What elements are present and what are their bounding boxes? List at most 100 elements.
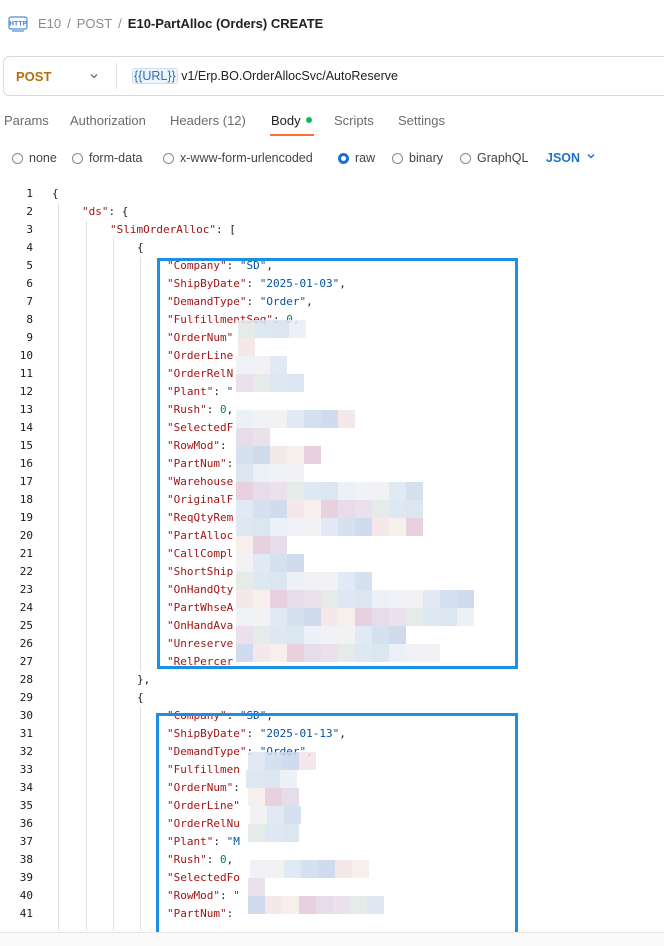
url-input[interactable]: {{URL}} v1/Erp.BO.OrderAllocSvc/AutoRese… (132, 68, 398, 84)
line-number: 23 (19, 583, 33, 596)
svg-text:HTTP: HTTP (9, 21, 27, 28)
tab-params[interactable]: Params (4, 113, 49, 128)
url-variable: {{URL}} (132, 68, 178, 84)
line-number: 11 (19, 367, 33, 380)
line-number: 20 (19, 529, 33, 542)
radio-label: raw (355, 151, 376, 165)
radio-form-data[interactable]: form-data (72, 151, 143, 167)
line-number: 40 (19, 889, 33, 902)
line-number: 15 (19, 439, 33, 452)
breadcrumb-item-folder[interactable]: POST (77, 16, 112, 31)
line-number: 8 (26, 313, 33, 326)
line-number: 16 (19, 457, 33, 470)
body-indicator-dot (305, 117, 312, 123)
code-line: 2 "ds": { (0, 203, 664, 221)
line-number: 39 (19, 871, 33, 884)
method-dropdown[interactable]: POST (4, 57, 116, 95)
line-number: 29 (19, 691, 33, 704)
line-number: 28 (19, 673, 33, 686)
tab-authorization[interactable]: Authorization (70, 113, 146, 128)
code-line: 4{ (0, 239, 664, 257)
radio-graphql[interactable]: GraphQL (460, 151, 528, 167)
line-number: 30 (19, 709, 33, 722)
line-number: 31 (19, 727, 33, 740)
line-number: 4 (26, 241, 33, 254)
highlight-box-second-record (156, 713, 518, 935)
line-number: 27 (19, 655, 33, 668)
radio-label: x-www-form-urlencoded (180, 151, 313, 165)
line-number: 9 (26, 331, 33, 344)
request-name[interactable]: E10-PartAlloc (Orders) CREATE (128, 16, 324, 31)
json-punctuation: }, (137, 673, 151, 686)
radio-label: form-data (89, 151, 143, 165)
highlight-box-first-record (157, 258, 518, 669)
title-bar: HTTP E10 / POST / E10-PartAlloc (Orders) CRE… (0, 0, 664, 50)
json-punctuation: { (137, 241, 144, 254)
code-line: 1{ (0, 185, 664, 203)
breadcrumb-separator: / (67, 16, 71, 31)
url-path: v1/Erp.BO.OrderAllocSvc/AutoReserve (181, 69, 398, 83)
line-number: 26 (19, 637, 33, 650)
line-number: 33 (19, 763, 33, 776)
radio-circle (12, 153, 23, 164)
radio-x-www-form-urlencoded[interactable]: x-www-form-urlencoded (163, 151, 313, 167)
line-number: 18 (19, 493, 33, 506)
line-number: 13 (19, 403, 33, 416)
tab-settings[interactable]: Settings (398, 113, 445, 128)
json-punctuation: : [ (215, 223, 236, 236)
line-number: 12 (19, 385, 33, 398)
line-number: 1 (26, 187, 33, 200)
radio-none[interactable]: none (12, 151, 57, 167)
line-number: 19 (19, 511, 33, 524)
tab-scripts[interactable]: Scripts (334, 113, 374, 128)
line-number: 38 (19, 853, 33, 866)
line-number: 22 (19, 565, 33, 578)
code-text: "ds": { (82, 203, 128, 221)
divider (116, 63, 117, 89)
code-text: { (137, 239, 144, 257)
breadcrumb-item-collection[interactable]: E10 (38, 16, 61, 31)
code-line: 28}, (0, 671, 664, 689)
active-tab-indicator (270, 134, 314, 136)
line-number: 7 (26, 295, 33, 308)
tab-body-label: Body (271, 113, 301, 128)
line-number: 36 (19, 817, 33, 830)
radio-circle (392, 153, 403, 164)
breadcrumb: E10 / POST / E10-PartAlloc (Orders) CREATE (38, 16, 323, 31)
line-number: 21 (19, 547, 33, 560)
http-request-icon: HTTP (8, 16, 28, 32)
json-punctuation: : { (108, 205, 129, 218)
line-number: 14 (19, 421, 33, 434)
radio-circle (460, 153, 471, 164)
chevron-down-icon (90, 74, 98, 79)
json-punctuation: { (52, 187, 59, 200)
line-number: 35 (19, 799, 33, 812)
code-line: 29 { (0, 689, 664, 707)
code-line: 3 "SlimOrderAlloc": [ (0, 221, 664, 239)
radio-circle (163, 153, 174, 164)
line-number: 41 (19, 907, 33, 920)
json-key: "SlimOrderAlloc" (110, 223, 216, 236)
status-bar (0, 932, 664, 946)
line-number: 25 (19, 619, 33, 632)
tab-headers[interactable]: Headers (12) (170, 113, 246, 128)
line-number: 32 (19, 745, 33, 758)
radio-label: none (29, 151, 57, 165)
line-number: 3 (26, 223, 33, 236)
radio-raw[interactable]: raw (338, 151, 375, 167)
code-text: { (137, 689, 144, 707)
body-type-selector: none form-data x-www-form-urlencoded raw… (0, 146, 664, 170)
code-text: }, (137, 671, 150, 689)
radio-circle (338, 153, 349, 164)
tab-body[interactable]: Body (271, 113, 312, 128)
radio-label: GraphQL (477, 151, 529, 165)
line-number: 10 (19, 349, 33, 362)
radio-label: binary (409, 151, 444, 165)
format-label: JSON (546, 151, 581, 165)
line-number: 24 (19, 601, 33, 614)
line-number: 17 (19, 475, 33, 488)
method-label: POST (16, 69, 52, 84)
code-text: "SlimOrderAlloc": [ (110, 221, 236, 239)
radio-binary[interactable]: binary (392, 151, 443, 167)
format-dropdown[interactable]: JSON (546, 151, 595, 165)
